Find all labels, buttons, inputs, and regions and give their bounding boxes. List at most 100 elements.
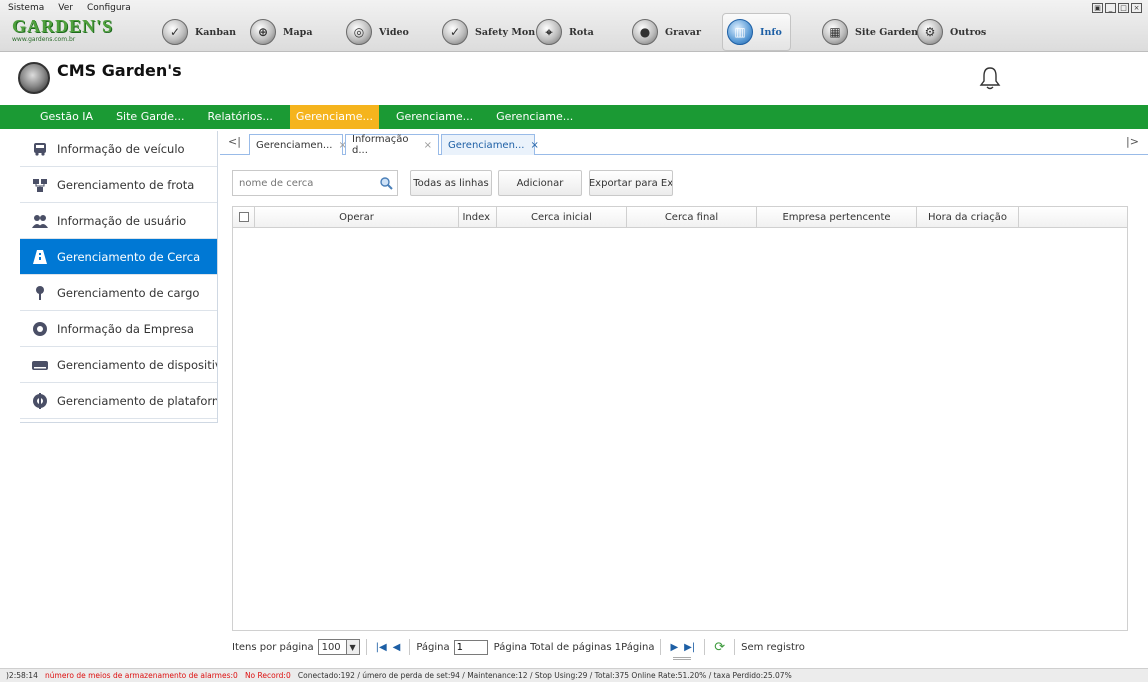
globe-icon: ⊕ (250, 19, 276, 45)
chart-icon: ▥ (727, 19, 753, 45)
minimize-icon[interactable]: _ (1105, 3, 1116, 13)
column-operar[interactable]: Operar (255, 207, 459, 227)
camera-icon: ◎ (346, 19, 372, 45)
select-all-checkbox-cell (233, 207, 255, 227)
grid-header: Operar Index Cerca inicial Cerca final E… (233, 207, 1127, 228)
fence-icon (32, 249, 48, 265)
sidebar-item-dispositivo[interactable]: Gerenciamento de dispositivo (20, 347, 217, 383)
sidebar-item-label: Gerenciamento de frota (57, 177, 195, 192)
nav-gerenciamento-2[interactable]: Gerenciame... (390, 105, 479, 129)
module-info-button[interactable]: ▥ Info (722, 13, 791, 51)
module-video-button[interactable]: ◎ Video (346, 16, 409, 48)
fence-toolbar: Todas as linhas Adicionar Exportar para … (232, 170, 692, 196)
pager-divider (734, 639, 736, 655)
module-safety-button[interactable]: ✓ Safety Mon (442, 16, 535, 48)
nav-gestao-ia[interactable]: Gestão IA (34, 105, 99, 129)
last-page-icon[interactable]: ▶| (684, 642, 695, 653)
main-nav: Gestão IA Site Garde... Relatórios... Ge… (0, 105, 1148, 129)
module-mapa-button[interactable]: ⊕ Mapa (250, 16, 312, 48)
status-summary: Conectado:192 / úmero de perda de set:94… (297, 671, 792, 680)
module-kanban-button[interactable]: ✓ Kanban (162, 16, 236, 48)
search-icon[interactable] (379, 176, 393, 190)
module-label: Video (379, 26, 409, 38)
bell-icon[interactable] (979, 66, 1001, 90)
site-icon: ▦ (822, 19, 848, 45)
shield-icon: ✓ (442, 19, 468, 45)
nav-relatorios[interactable]: Relatórios... (202, 105, 279, 129)
tab-label: Gerenciamen... (448, 139, 525, 151)
sidebar-item-label: Informação de veículo (57, 141, 185, 156)
tab-scroll-right-button[interactable]: |> (1126, 135, 1139, 148)
sidebar-item-usuario[interactable]: Informação de usuário (20, 203, 217, 239)
sidebar-item-empresa[interactable]: Informação da Empresa (20, 311, 217, 347)
total-pages-text: Página Total de páginas 1Página (493, 641, 655, 653)
page-size-select[interactable]: 100 ▼ (317, 639, 360, 655)
column-cerca-final[interactable]: Cerca final (627, 207, 757, 227)
close-icon[interactable]: × (530, 140, 538, 151)
column-empresa[interactable]: Empresa pertencente (757, 207, 917, 227)
module-gravar-button[interactable]: ● Gravar (632, 16, 701, 48)
column-hora-criacao[interactable]: Hora da criação (917, 207, 1019, 227)
tab-scroll-left-button[interactable]: <| (228, 135, 241, 148)
vehicle-icon (32, 141, 48, 157)
sidebar-item-label: Gerenciamento de plataforma (57, 393, 217, 408)
no-records-text: Sem registro (741, 641, 805, 653)
sidebar-item-plataforma[interactable]: Gerenciamento de plataforma (20, 383, 217, 419)
sidebar-item-label: Informação de usuário (57, 213, 187, 228)
maximize-icon[interactable]: □ (1118, 3, 1129, 13)
sidebar-item-veiculo[interactable]: Informação de veículo (20, 131, 217, 167)
module-label: Gravar (665, 26, 701, 38)
menu-bar: Sistema Ver Configura (8, 3, 131, 13)
menu-ver[interactable]: Ver (58, 3, 73, 13)
prev-page-icon[interactable]: ◀ (393, 642, 401, 653)
tab-informacao[interactable]: Informação d... × (345, 134, 439, 156)
refresh-icon[interactable]: ⟳ (714, 640, 725, 655)
app-logo-icon (18, 62, 50, 94)
logo-url: www.gardens.com.br (12, 36, 76, 43)
page-number-input[interactable] (453, 639, 488, 655)
page-size-value: 100 (321, 641, 341, 653)
pager-divider (409, 639, 411, 655)
menu-sistema[interactable]: Sistema (8, 3, 44, 13)
pager-divider (365, 639, 367, 655)
close-icon[interactable]: × (424, 140, 432, 151)
resize-grip[interactable] (673, 657, 691, 660)
next-page-icon[interactable]: ▶ (670, 642, 678, 653)
window-controls: ▣ _ □ × (1092, 3, 1142, 13)
tab-gerenciamento-1[interactable]: Gerenciamen... × (249, 134, 347, 155)
device-icon (32, 357, 48, 373)
gear-icon: ⚙ (917, 19, 943, 45)
pager: Itens por página 100 ▼ |◀ ◀ Página Págin… (232, 635, 1128, 659)
logo-text: GARDEN'S (12, 16, 114, 36)
status-time: )2:58:14 (6, 671, 38, 680)
column-index[interactable]: Index (459, 207, 497, 227)
search-input[interactable] (233, 171, 373, 195)
export-button[interactable]: Exportar para Ex (589, 170, 673, 196)
company-icon (32, 321, 48, 337)
sidebar-item-frota[interactable]: Gerenciamento de frota (20, 167, 217, 203)
restore-icon[interactable]: ▣ (1092, 3, 1103, 13)
items-per-page-label: Itens por página (232, 641, 314, 653)
nav-gerenciamento-3[interactable]: Gerenciame... (490, 105, 579, 129)
app-header: CMS Garden's (0, 53, 1148, 105)
nav-gerenciamento-active[interactable]: Gerenciame... (289, 105, 379, 129)
nav-site-garden[interactable]: Site Garde... (110, 105, 190, 129)
column-cerca-inicial[interactable]: Cerca inicial (497, 207, 627, 227)
menu-configura[interactable]: Configura (87, 3, 131, 13)
module-site-garden-button[interactable]: ▦ Site Garden (822, 16, 918, 48)
fence-grid: Operar Index Cerca inicial Cerca final E… (232, 206, 1128, 631)
sidebar-item-label: Gerenciamento de cargo (57, 285, 200, 300)
sidebar-item-cargo[interactable]: Gerenciamento de cargo (20, 275, 217, 311)
tab-gerenciamento-active[interactable]: Gerenciamen... × (441, 134, 539, 155)
module-toolbar: Sistema Ver Configura GARDEN'S www.garde… (0, 0, 1148, 52)
module-label: Safety Mon (475, 26, 536, 38)
select-all-checkbox[interactable] (238, 212, 249, 222)
module-rota-button[interactable]: ⌖ Rota (536, 16, 594, 48)
first-page-icon[interactable]: |◀ (376, 642, 387, 653)
sidebar-item-cerca[interactable]: Gerenciamento de Cerca (20, 239, 217, 275)
module-label: Mapa (283, 26, 313, 38)
all-lines-button[interactable]: Todas as linhas (410, 170, 492, 196)
add-button[interactable]: Adicionar (498, 170, 582, 196)
module-outros-button[interactable]: ⚙ Outros (917, 16, 986, 48)
close-icon[interactable]: × (1131, 3, 1142, 13)
